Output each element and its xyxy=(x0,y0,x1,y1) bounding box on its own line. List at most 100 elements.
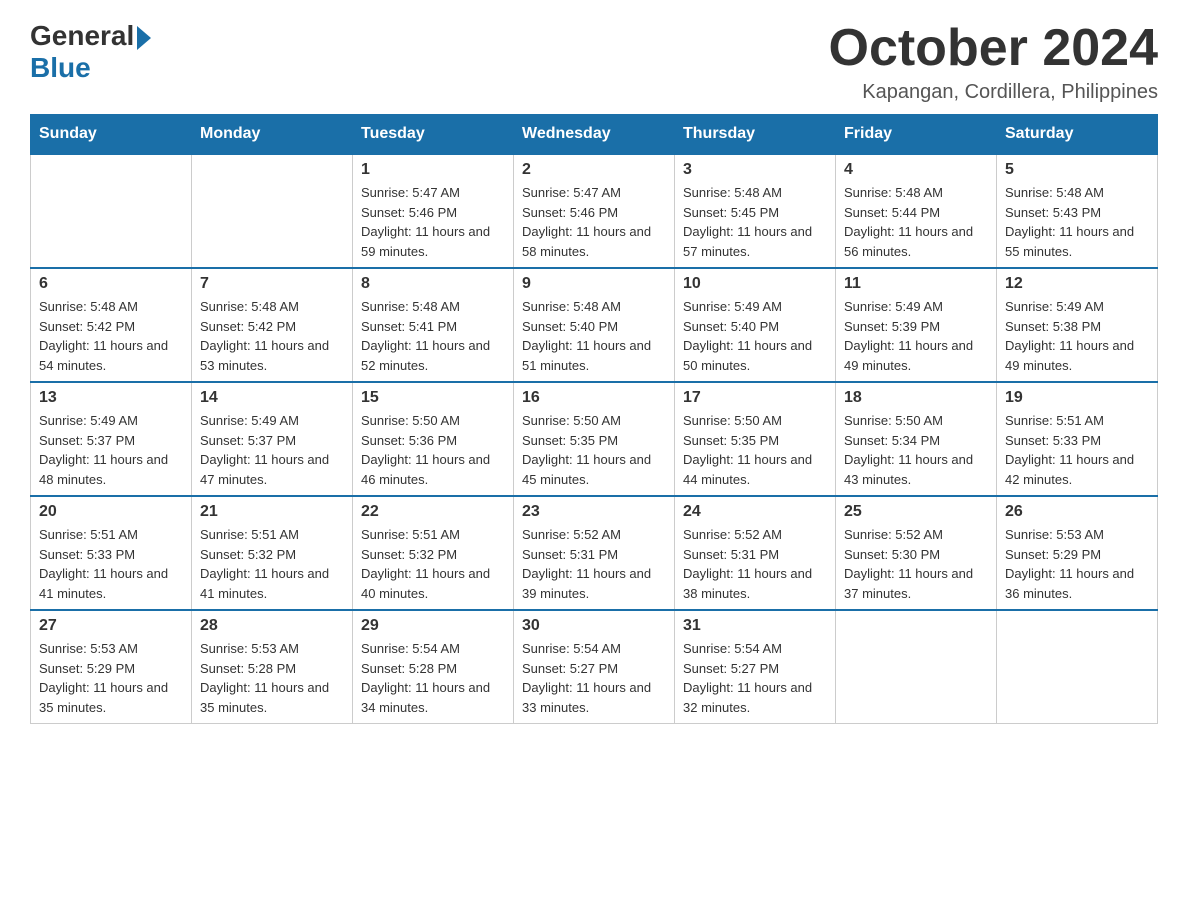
day-info: Sunrise: 5:53 AMSunset: 5:28 PMDaylight:… xyxy=(200,639,344,717)
day-info: Sunrise: 5:52 AMSunset: 5:31 PMDaylight:… xyxy=(683,525,827,603)
day-info: Sunrise: 5:49 AMSunset: 5:39 PMDaylight:… xyxy=(844,297,988,375)
calendar-cell: 16Sunrise: 5:50 AMSunset: 5:35 PMDayligh… xyxy=(514,382,675,496)
calendar-cell: 9 Sunrise: 5:48 AMSunset: 5:40 PMDaylight… xyxy=(514,268,675,382)
day-number: 19 xyxy=(1005,389,1149,407)
weekday-header-monday: Monday xyxy=(192,115,353,155)
day-info: Sunrise: 5:54 AMSunset: 5:27 PMDaylight:… xyxy=(522,639,666,717)
calendar-cell: 30 Sunrise: 5:54 AMSunset: 5:27 PMDayligh… xyxy=(514,610,675,724)
logo: General Blue xyxy=(30,20,151,84)
day-number: 4 xyxy=(844,161,988,179)
calendar-cell: 26Sunrise: 5:53 AMSunset: 5:29 PMDayligh… xyxy=(997,496,1158,610)
day-number: 25 xyxy=(844,503,988,521)
day-info: Sunrise: 5:53 AMSunset: 5:29 PMDaylight:… xyxy=(39,639,183,717)
day-info: Sunrise: 5:52 AMSunset: 5:30 PMDaylight:… xyxy=(844,525,988,603)
calendar-cell: 11 Sunrise: 5:49 AMSunset: 5:39 PMDayligh… xyxy=(836,268,997,382)
calendar-cell: 20 Sunrise: 5:51 AMSunset: 5:33 PMDayligh… xyxy=(31,496,192,610)
logo-blue-text: Blue xyxy=(30,52,91,84)
calendar-cell xyxy=(31,154,192,268)
day-number: 9 xyxy=(522,275,666,293)
page-header: General Blue October 2024 Kapangan, Cord… xyxy=(30,20,1158,104)
calendar-table: SundayMondayTuesdayWednesdayThursdayFrid… xyxy=(30,114,1158,724)
calendar-week-1: 1Sunrise: 5:47 AMSunset: 5:46 PMDaylight… xyxy=(31,154,1158,268)
calendar-cell: 7 Sunrise: 5:48 AMSunset: 5:42 PMDaylight… xyxy=(192,268,353,382)
calendar-week-4: 20 Sunrise: 5:51 AMSunset: 5:33 PMDayligh… xyxy=(31,496,1158,610)
day-info: Sunrise: 5:49 AMSunset: 5:38 PMDaylight:… xyxy=(1005,297,1149,375)
day-info: Sunrise: 5:48 AMSunset: 5:41 PMDaylight:… xyxy=(361,297,505,375)
day-info: Sunrise: 5:48 AMSunset: 5:40 PMDaylight:… xyxy=(522,297,666,375)
day-info: Sunrise: 5:48 AMSunset: 5:43 PMDaylight:… xyxy=(1005,183,1149,261)
day-number: 17 xyxy=(683,389,827,407)
calendar-cell: 4 Sunrise: 5:48 AMSunset: 5:44 PMDaylight… xyxy=(836,154,997,268)
title-block: October 2024 Kapangan, Cordillera, Phili… xyxy=(829,20,1159,104)
day-number: 30 xyxy=(522,617,666,635)
day-info: Sunrise: 5:53 AMSunset: 5:29 PMDaylight:… xyxy=(1005,525,1149,603)
calendar-cell: 8 Sunrise: 5:48 AMSunset: 5:41 PMDaylight… xyxy=(353,268,514,382)
weekday-header-wednesday: Wednesday xyxy=(514,115,675,155)
weekday-header-saturday: Saturday xyxy=(997,115,1158,155)
day-number: 20 xyxy=(39,503,183,521)
day-info: Sunrise: 5:51 AMSunset: 5:33 PMDaylight:… xyxy=(1005,411,1149,489)
calendar-cell: 18Sunrise: 5:50 AMSunset: 5:34 PMDayligh… xyxy=(836,382,997,496)
location-subtitle: Kapangan, Cordillera, Philippines xyxy=(829,81,1159,104)
day-number: 10 xyxy=(683,275,827,293)
day-info: Sunrise: 5:50 AMSunset: 5:34 PMDaylight:… xyxy=(844,411,988,489)
day-info: Sunrise: 5:48 AMSunset: 5:44 PMDaylight:… xyxy=(844,183,988,261)
calendar-cell: 27 Sunrise: 5:53 AMSunset: 5:29 PMDayligh… xyxy=(31,610,192,724)
weekday-header-tuesday: Tuesday xyxy=(353,115,514,155)
day-info: Sunrise: 5:50 AMSunset: 5:36 PMDaylight:… xyxy=(361,411,505,489)
calendar-cell: 1Sunrise: 5:47 AMSunset: 5:46 PMDaylight… xyxy=(353,154,514,268)
day-info: Sunrise: 5:51 AMSunset: 5:33 PMDaylight:… xyxy=(39,525,183,603)
day-info: Sunrise: 5:49 AMSunset: 5:37 PMDaylight:… xyxy=(200,411,344,489)
day-number: 13 xyxy=(39,389,183,407)
calendar-cell: 28 Sunrise: 5:53 AMSunset: 5:28 PMDayligh… xyxy=(192,610,353,724)
day-number: 24 xyxy=(683,503,827,521)
calendar-cell: 17 Sunrise: 5:50 AMSunset: 5:35 PMDayligh… xyxy=(675,382,836,496)
calendar-cell: 22 Sunrise: 5:51 AMSunset: 5:32 PMDayligh… xyxy=(353,496,514,610)
day-number: 11 xyxy=(844,275,988,293)
weekday-header-friday: Friday xyxy=(836,115,997,155)
day-number: 21 xyxy=(200,503,344,521)
day-number: 22 xyxy=(361,503,505,521)
calendar-header: SundayMondayTuesdayWednesdayThursdayFrid… xyxy=(31,115,1158,155)
calendar-cell: 14Sunrise: 5:49 AMSunset: 5:37 PMDayligh… xyxy=(192,382,353,496)
day-number: 8 xyxy=(361,275,505,293)
day-number: 2 xyxy=(522,161,666,179)
calendar-cell: 25 Sunrise: 5:52 AMSunset: 5:30 PMDayligh… xyxy=(836,496,997,610)
day-info: Sunrise: 5:50 AMSunset: 5:35 PMDaylight:… xyxy=(683,411,827,489)
calendar-body: 1Sunrise: 5:47 AMSunset: 5:46 PMDaylight… xyxy=(31,154,1158,724)
day-info: Sunrise: 5:49 AMSunset: 5:40 PMDaylight:… xyxy=(683,297,827,375)
calendar-cell: 6 Sunrise: 5:48 AMSunset: 5:42 PMDaylight… xyxy=(31,268,192,382)
calendar-week-2: 6 Sunrise: 5:48 AMSunset: 5:42 PMDaylight… xyxy=(31,268,1158,382)
day-number: 5 xyxy=(1005,161,1149,179)
calendar-cell xyxy=(192,154,353,268)
day-info: Sunrise: 5:48 AMSunset: 5:42 PMDaylight:… xyxy=(39,297,183,375)
calendar-cell: 31 Sunrise: 5:54 AMSunset: 5:27 PMDayligh… xyxy=(675,610,836,724)
calendar-cell: 10 Sunrise: 5:49 AMSunset: 5:40 PMDayligh… xyxy=(675,268,836,382)
calendar-cell xyxy=(836,610,997,724)
weekday-header-row: SundayMondayTuesdayWednesdayThursdayFrid… xyxy=(31,115,1158,155)
month-year-title: October 2024 xyxy=(829,20,1159,77)
day-number: 29 xyxy=(361,617,505,635)
calendar-cell: 19 Sunrise: 5:51 AMSunset: 5:33 PMDayligh… xyxy=(997,382,1158,496)
day-number: 3 xyxy=(683,161,827,179)
day-number: 28 xyxy=(200,617,344,635)
weekday-header-thursday: Thursday xyxy=(675,115,836,155)
day-number: 12 xyxy=(1005,275,1149,293)
weekday-header-sunday: Sunday xyxy=(31,115,192,155)
calendar-cell: 29Sunrise: 5:54 AMSunset: 5:28 PMDayligh… xyxy=(353,610,514,724)
day-info: Sunrise: 5:50 AMSunset: 5:35 PMDaylight:… xyxy=(522,411,666,489)
day-info: Sunrise: 5:51 AMSunset: 5:32 PMDaylight:… xyxy=(361,525,505,603)
calendar-cell xyxy=(997,610,1158,724)
logo-arrow-icon xyxy=(137,26,151,50)
day-info: Sunrise: 5:51 AMSunset: 5:32 PMDaylight:… xyxy=(200,525,344,603)
day-info: Sunrise: 5:54 AMSunset: 5:27 PMDaylight:… xyxy=(683,639,827,717)
calendar-cell: 21 Sunrise: 5:51 AMSunset: 5:32 PMDayligh… xyxy=(192,496,353,610)
day-number: 6 xyxy=(39,275,183,293)
calendar-cell: 24 Sunrise: 5:52 AMSunset: 5:31 PMDayligh… xyxy=(675,496,836,610)
day-number: 15 xyxy=(361,389,505,407)
calendar-cell: 12 Sunrise: 5:49 AMSunset: 5:38 PMDayligh… xyxy=(997,268,1158,382)
day-number: 7 xyxy=(200,275,344,293)
day-info: Sunrise: 5:48 AMSunset: 5:42 PMDaylight:… xyxy=(200,297,344,375)
day-number: 31 xyxy=(683,617,827,635)
day-number: 27 xyxy=(39,617,183,635)
